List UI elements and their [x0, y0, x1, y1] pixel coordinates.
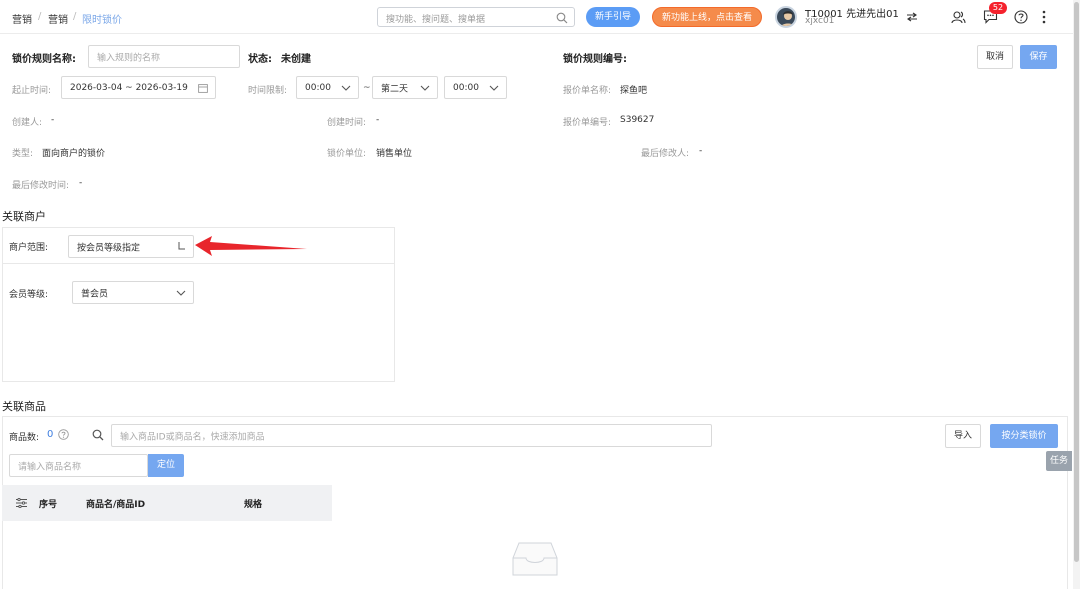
product-count-value: 0 [47, 429, 54, 440]
member-level-value: 普会员 [81, 289, 109, 299]
merchant-scope-select[interactable]: 按会员等级指定 [68, 235, 194, 258]
last-modifier-label: 最后修改人: [641, 149, 690, 159]
create-time-value: - [376, 115, 380, 125]
creator-value: - [51, 115, 55, 125]
rule-name-input[interactable]: 输入规则的名称 [88, 45, 240, 68]
status-label: 状态: [248, 54, 272, 65]
chevron-down-icon [341, 85, 351, 91]
column-header: 规格 [244, 500, 263, 510]
status-value: 未创建 [281, 54, 311, 65]
switch-account-icon[interactable] [906, 12, 918, 22]
message-count-badge: 52 [989, 2, 1007, 14]
import-button[interactable]: 导入 [945, 424, 981, 448]
column-header: 序号 [39, 500, 58, 510]
help-icon[interactable] [1014, 10, 1028, 24]
avatar[interactable] [775, 6, 797, 28]
breadcrumb-current: 限时锁价 [82, 15, 122, 26]
info-icon[interactable] [58, 429, 69, 440]
breadcrumb-separator: / [38, 11, 42, 22]
chevron-down-icon [489, 85, 499, 91]
locate-product-placeholder: 请输入商品名称 [18, 462, 82, 472]
breadcrumb-item[interactable]: 营销 [48, 11, 68, 26]
cancel-button[interactable]: 取消 [977, 45, 1013, 69]
user-account: xjxc01 [805, 16, 835, 26]
period-value: 2026-03-04 ~ 2026-03-19 [70, 82, 188, 93]
unit-label: 锁价单位: [327, 149, 367, 159]
create-time-label: 创建时间: [327, 118, 367, 128]
last-modified-time-label: 最后修改时间: [12, 181, 70, 191]
last-modified-time-value: - [79, 178, 83, 188]
merchant-section-title: 关联商户 [2, 210, 46, 223]
period-picker[interactable]: 2026-03-04 ~ 2026-03-19 [61, 76, 216, 99]
contacts-icon[interactable] [951, 10, 966, 24]
new-feature-button[interactable]: 新功能上线，点击查看 [652, 7, 762, 27]
member-level-select[interactable]: 普会员 [72, 281, 194, 304]
calendar-icon [198, 83, 208, 93]
day-select[interactable]: 第二天 [372, 76, 438, 99]
creator-label: 创建人: [12, 118, 43, 128]
search-icon [92, 429, 104, 441]
quote-name-value: 探鱼吧 [620, 86, 648, 96]
page-scrollbar-thumb[interactable] [1074, 2, 1079, 562]
locate-button[interactable]: 定位 [148, 454, 184, 477]
corner-icon [178, 242, 185, 250]
merchant-divider [3, 263, 394, 264]
merchant-scope-label: 商户范围: [9, 243, 49, 253]
search-icon[interactable] [556, 12, 568, 24]
task-tab[interactable]: 任务 [1046, 451, 1072, 471]
unit-value: 销售单位 [376, 149, 413, 159]
save-button[interactable]: 保存 [1020, 45, 1057, 69]
global-search-placeholder: 搜功能、搜问题、搜单据 [386, 15, 486, 25]
product-count-label: 商品数: [9, 433, 40, 443]
quote-name-label: 报价单名称: [563, 86, 612, 96]
merchant-scope-value: 按会员等级指定 [77, 243, 141, 253]
product-search-input[interactable]: 输入商品ID或商品名，快速添加商品 [111, 424, 712, 447]
time-separator: ~ [363, 83, 371, 93]
last-modifier-value: - [699, 146, 703, 156]
type-label: 类型: [12, 149, 34, 159]
member-level-label: 会员等级: [9, 290, 49, 300]
time-end-value: 00:00 [453, 82, 479, 93]
column-settings-icon[interactable] [16, 498, 27, 508]
chevron-down-icon [420, 85, 430, 91]
day-value: 第二天 [381, 84, 409, 94]
rule-name-label: 锁价规则名称: [12, 54, 76, 65]
table-header: 序号 商品名/商品ID 规格 [2, 485, 332, 521]
column-header: 商品名/商品ID [86, 500, 146, 510]
time-start-value: 00:00 [305, 82, 331, 93]
quote-number-label: 报价单编号: [563, 118, 612, 128]
rule-number-label: 锁价规则编号: [563, 54, 627, 65]
products-section-title: 关联商品 [2, 400, 46, 413]
quote-number-value: S39627 [620, 115, 655, 125]
top-bar: 营销 / 营销 / 限时锁价 搜功能、搜问题、搜单据 新手引导 新功能上线，点击… [0, 0, 1080, 34]
time-limit-label: 时间限制: [248, 86, 288, 96]
time-end-select[interactable]: 00:00 [444, 76, 507, 99]
more-icon[interactable] [1041, 10, 1047, 24]
type-value: 面向商户的锁价 [42, 149, 106, 159]
breadcrumb-separator: / [73, 11, 77, 22]
locate-product-input[interactable]: 请输入商品名称 [9, 454, 148, 477]
category-lock-button[interactable]: 按分类锁价 [990, 424, 1058, 448]
time-start-select[interactable]: 00:00 [296, 76, 359, 99]
red-arrow-annotation [195, 236, 307, 256]
guide-button[interactable]: 新手引导 [586, 7, 640, 27]
period-label: 起止时间: [12, 86, 52, 96]
global-search-input[interactable]: 搜功能、搜问题、搜单据 [377, 7, 575, 27]
product-search-placeholder: 输入商品ID或商品名，快速添加商品 [120, 432, 265, 442]
rule-name-placeholder: 输入规则的名称 [97, 53, 161, 63]
chevron-down-icon [176, 290, 186, 296]
breadcrumb-item[interactable]: 营销 [12, 11, 32, 26]
empty-inbox-icon [512, 542, 558, 576]
